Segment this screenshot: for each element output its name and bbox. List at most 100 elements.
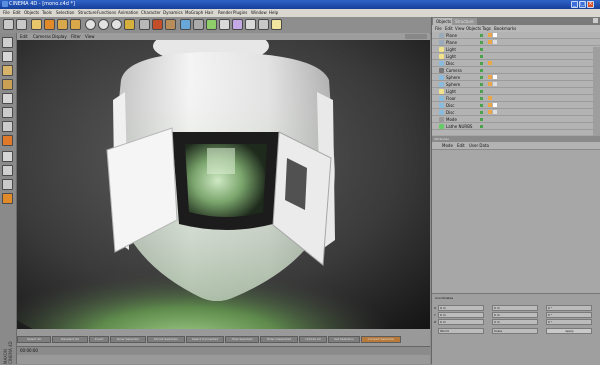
make-editable-icon[interactable] <box>2 37 13 48</box>
size-z-field[interactable]: 0 m <box>492 319 538 325</box>
visibility-icon[interactable] <box>480 118 483 121</box>
undo-icon[interactable] <box>3 19 14 30</box>
spline-icon[interactable] <box>193 19 204 30</box>
om-menu-bookmarks[interactable]: Bookmarks <box>494 26 516 31</box>
position-y-field[interactable]: 0 m <box>438 312 484 318</box>
object-list-scrollbar[interactable] <box>593 47 600 150</box>
menu-selection[interactable]: Selection <box>56 10 74 15</box>
list-item[interactable]: Disc <box>432 60 600 67</box>
render-view-icon[interactable] <box>139 19 150 30</box>
viewport-menu-cameras[interactable]: Cameras <box>33 34 51 39</box>
material-tag-icon[interactable] <box>493 110 497 114</box>
tab-attributes[interactable]: Attributes <box>434 137 449 141</box>
tab-objects[interactable]: Objects <box>433 18 455 25</box>
scene-icon[interactable] <box>245 19 256 30</box>
attr-menu-edit[interactable]: Edit <box>457 143 465 148</box>
material-tag-icon[interactable] <box>493 40 497 44</box>
material-tag-icon[interactable] <box>493 82 497 86</box>
om-menu-edit[interactable]: Edit <box>445 26 453 31</box>
rotation-h-field[interactable]: 0 ° <box>546 305 592 311</box>
viewport-menu-display[interactable]: Display <box>52 34 67 39</box>
list-item[interactable]: Plane <box>432 32 600 39</box>
rotation-p-field[interactable]: 0 ° <box>546 312 592 318</box>
material-tag-icon[interactable] <box>493 75 497 79</box>
visibility-icon[interactable] <box>480 104 483 107</box>
rotate-icon[interactable] <box>70 19 81 30</box>
set-selection-button[interactable]: Set Selection <box>328 336 360 343</box>
edges-mode-icon[interactable] <box>2 121 13 132</box>
shrink-selection-button[interactable]: Shrink Selection <box>147 336 185 343</box>
hide-selected-button[interactable]: Hide Selected <box>225 336 259 343</box>
camera-icon[interactable] <box>258 19 269 30</box>
menu-structure[interactable]: Structure <box>78 10 97 15</box>
menu-plugins[interactable]: Plugins <box>233 10 247 15</box>
menu-objects[interactable]: Objects <box>24 10 39 15</box>
nurbs-icon[interactable] <box>206 19 217 30</box>
om-menu-view[interactable]: View <box>455 26 465 31</box>
attr-menu-user-data[interactable]: User Data <box>469 143 489 148</box>
menu-functions[interactable]: Functions <box>97 10 116 15</box>
visibility-icon[interactable] <box>480 125 483 128</box>
tag-icon[interactable] <box>488 110 492 114</box>
panel-close-icon[interactable] <box>593 18 598 23</box>
list-item[interactable]: Disc <box>432 109 600 116</box>
render-picture-viewer-icon[interactable] <box>152 19 163 30</box>
viewport-menu-view[interactable]: View <box>85 34 95 39</box>
points-mode-icon[interactable] <box>2 107 13 118</box>
tag-icon[interactable] <box>488 96 492 100</box>
visibility-icon[interactable] <box>480 48 483 51</box>
size-y-field[interactable]: 0 m <box>492 312 538 318</box>
om-menu-objects[interactable]: Objects <box>466 26 481 31</box>
world-coords-icon[interactable] <box>124 19 135 30</box>
material-tag-icon[interactable] <box>493 33 497 37</box>
size-mode-select[interactable]: Scale <box>492 328 538 334</box>
visibility-icon[interactable] <box>480 69 483 72</box>
tag-icon[interactable] <box>488 103 492 107</box>
list-item[interactable]: Light <box>432 53 600 60</box>
scale-icon[interactable] <box>57 19 68 30</box>
visibility-icon[interactable] <box>480 97 483 100</box>
list-item[interactable]: Camera <box>432 67 600 74</box>
select-all-button[interactable]: Select All <box>17 336 51 343</box>
menu-edit[interactable]: Edit <box>13 10 21 15</box>
texture-mode-icon[interactable] <box>2 79 13 90</box>
viewport-menu-filter[interactable]: Filter <box>71 34 81 39</box>
list-item[interactable]: Plane <box>432 39 600 46</box>
menu-animation[interactable]: Animation <box>118 10 138 15</box>
menu-character[interactable]: Character <box>141 10 161 15</box>
convert-selection-button[interactable]: Convert Selection <box>361 336 401 343</box>
array-icon[interactable] <box>219 19 230 30</box>
3d-viewport[interactable] <box>17 40 430 329</box>
render-settings-icon[interactable] <box>165 19 176 30</box>
light-icon[interactable] <box>271 19 282 30</box>
hide-unselected-button[interactable]: Hide Unselected <box>260 336 298 343</box>
list-item[interactable]: Sphere <box>432 74 600 81</box>
unhide-all-button[interactable]: Unhide All <box>299 336 327 343</box>
list-item[interactable]: Light <box>432 88 600 95</box>
visibility-icon[interactable] <box>480 62 483 65</box>
cube-icon[interactable] <box>180 19 191 30</box>
menu-mograph[interactable]: MoGraph <box>185 10 203 15</box>
tag-icon[interactable] <box>488 40 492 44</box>
position-z-field[interactable]: 0 m <box>438 319 484 325</box>
list-item[interactable]: Sphere <box>432 81 600 88</box>
apply-button[interactable]: Apply <box>546 328 592 334</box>
attr-menu-mode[interactable]: Mode <box>442 143 453 148</box>
grow-selection-button[interactable]: Grow Selection <box>110 336 146 343</box>
list-item[interactable]: Mode <box>432 116 600 123</box>
snap-icon[interactable] <box>2 165 13 176</box>
tweak-mode-icon[interactable] <box>2 151 13 162</box>
tag-icon[interactable] <box>488 82 492 86</box>
maximize-button[interactable]: □ <box>579 1 586 8</box>
viewport-nav-icons[interactable] <box>405 34 427 39</box>
rotation-b-field[interactable]: 0 ° <box>546 319 592 325</box>
redo-icon[interactable] <box>16 19 27 30</box>
tag-icon[interactable] <box>488 33 492 37</box>
list-item[interactable]: Disc <box>432 102 600 109</box>
visibility-icon[interactable] <box>480 83 483 86</box>
paint-icon[interactable] <box>2 193 13 204</box>
visibility-icon[interactable] <box>480 90 483 93</box>
timeline[interactable]: 00:00:00 <box>17 346 430 355</box>
minimize-button[interactable]: _ <box>571 1 578 8</box>
move-icon[interactable] <box>44 19 55 30</box>
